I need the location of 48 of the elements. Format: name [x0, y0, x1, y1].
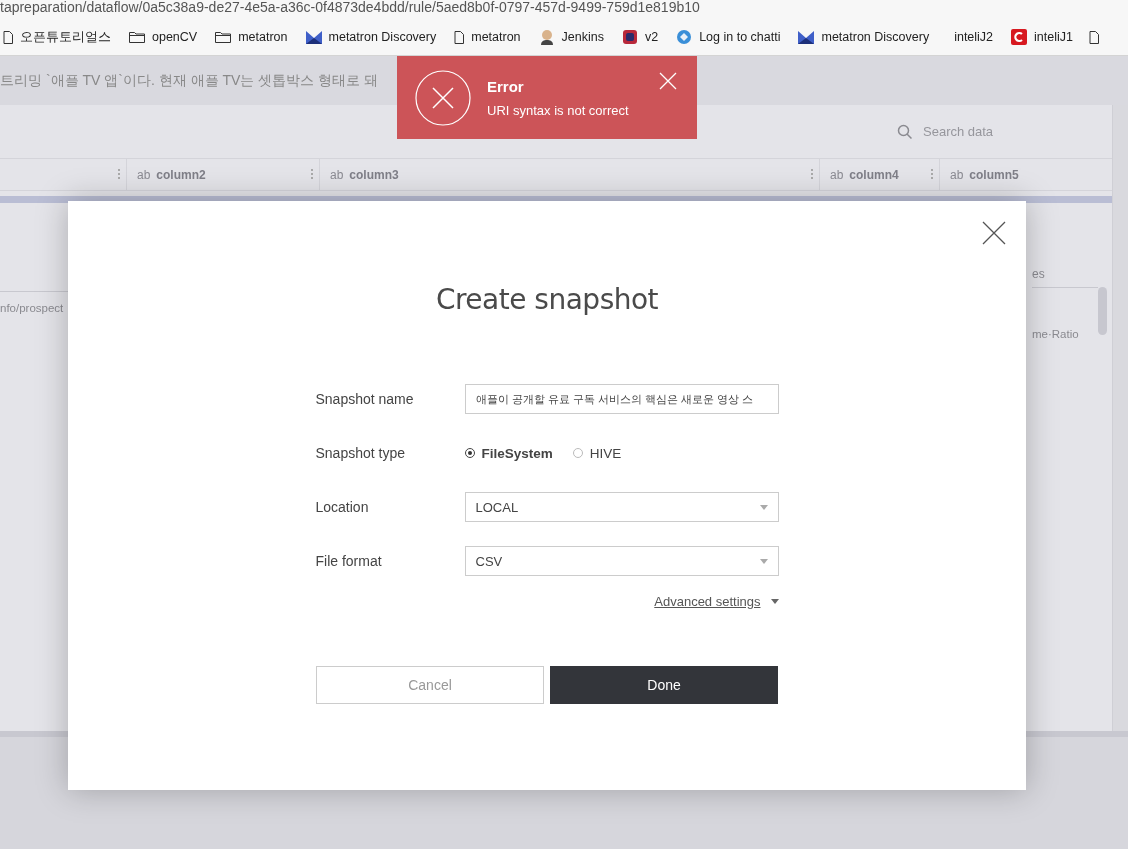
- bookmark[interactable]: metatron Discovery: [305, 30, 437, 44]
- input-field[interactable]: 애플이 공개할 유료 구독 서비스의 핵심은 새로운 영상 스: [464, 384, 779, 414]
- error-icon: [415, 69, 471, 126]
- bookmark[interactable]: metatron: [215, 30, 288, 44]
- badge-icon: [621, 29, 638, 45]
- bookmark[interactable]: openCV: [129, 30, 198, 44]
- caret-icon: [759, 558, 768, 564]
- page-icon: [1089, 30, 1099, 44]
- page-icon: [3, 30, 13, 44]
- bookmark[interactable]: inteliJ1: [1011, 29, 1073, 45]
- radio-option[interactable]: HIVE: [572, 445, 622, 461]
- bookmark[interactable]: 오픈튜토리얼스: [3, 28, 111, 46]
- table-header: es: [1032, 267, 1045, 281]
- dialog-title: Create snapshot: [435, 283, 659, 316]
- table-cell: nfo/prospect: [0, 302, 64, 314]
- bookmark[interactable]: Jenkins: [538, 29, 604, 45]
- banner-text: 트리밍 `애플 TV 앱`이다. 현재 애플 TV는 셋톱박스 형태로 돼: [0, 71, 378, 90]
- bookmark[interactable]: inteliJ2: [947, 30, 994, 44]
- globe-icon: [676, 29, 693, 45]
- advanced-settings-link[interactable]: Advanced settings: [654, 594, 761, 609]
- toast-title: Error: [487, 77, 525, 95]
- done-button[interactable]: Done: [550, 666, 778, 704]
- radio-option[interactable]: FileSystem: [464, 445, 553, 461]
- close-icon[interactable]: [982, 221, 1006, 245]
- folder-icon: [215, 31, 232, 43]
- letter-c-icon: [1011, 29, 1028, 45]
- search-field[interactable]: Search data: [921, 123, 1075, 140]
- logo-icon: [305, 30, 322, 44]
- field-label: Location: [315, 499, 370, 515]
- page-icon: [454, 30, 465, 44]
- toast-message: URI syntax is not correct: [487, 102, 629, 118]
- scrollbar-thumb[interactable]: [1098, 287, 1107, 335]
- person-icon: [538, 29, 555, 45]
- table-cell: me·Ratio: [1032, 328, 1079, 340]
- bookmark[interactable]: metatron: [454, 30, 521, 44]
- search-icon: [897, 123, 913, 140]
- field-label: File format: [315, 553, 383, 569]
- logo-icon: [798, 30, 815, 44]
- dropdown[interactable]: CSV: [464, 546, 779, 576]
- caret-icon: [759, 504, 768, 510]
- dropdown[interactable]: LOCAL: [464, 492, 779, 522]
- bookmark[interactable]: v2: [621, 29, 659, 45]
- bookmark[interactable]: Log in to chatti: [676, 29, 781, 45]
- folder-icon: [129, 31, 145, 43]
- caret-icon: [770, 599, 779, 604]
- field-label: Snapshot name: [315, 391, 415, 407]
- field-label: Snapshot type: [315, 445, 406, 461]
- bookmark[interactable]: metatron Discovery: [798, 30, 930, 44]
